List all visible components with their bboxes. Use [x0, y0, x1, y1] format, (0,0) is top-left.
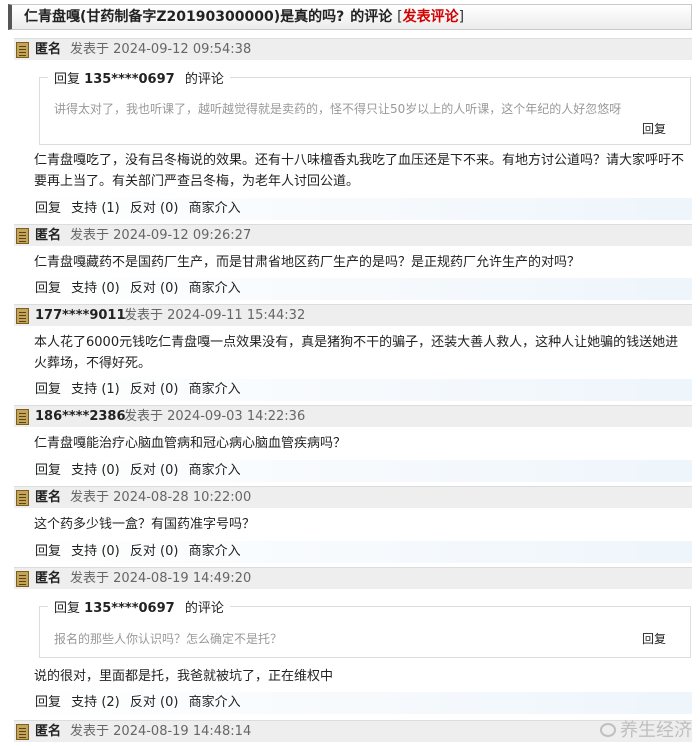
comment-text: 说的很对，里面都是托，我爸就被坑了，正在维权中	[34, 669, 334, 684]
posted-label: 发表于	[70, 490, 110, 505]
support-button[interactable]: 支持 (1)	[71, 201, 120, 216]
comment-text: 本人花了6000元钱吃仁青盘嘎一点效果没有，真是猪狗不干的骗子，还装大善人救人，…	[34, 335, 679, 371]
oppose-button[interactable]: 反对 (0)	[130, 544, 179, 559]
oppose-button[interactable]: 反对 (0)	[130, 382, 179, 397]
comment-author: 匿名	[35, 571, 62, 586]
reply-button[interactable]: 回复	[35, 281, 61, 296]
merchant-button[interactable]: 商家介入	[189, 281, 241, 296]
quote-prefix: 回复	[54, 72, 81, 87]
quote-text: 报名的那些人你认识吗？怎么确定不是托？	[54, 632, 283, 646]
reply-button[interactable]: 回复	[35, 382, 61, 397]
comment-time: 2024-09-12 09:26:27	[113, 228, 252, 243]
comment-header: 匿名 发表于 2024-08-19 14:49:20	[14, 567, 692, 589]
page-title-text: 仁青盘嘎(甘药制备字Z20190300000)是真的吗?	[24, 9, 345, 25]
reply-button[interactable]: 回复	[35, 201, 61, 216]
quote-prefix: 回复	[54, 601, 81, 616]
document-icon	[16, 308, 29, 324]
quoted-comment: 回复 135****0697 的评论 报名的那些人你认识吗？怎么确定不是托？ 回…	[39, 597, 691, 658]
support-button[interactable]: 支持 (1)	[71, 382, 120, 397]
oppose-button[interactable]: 反对 (0)	[130, 281, 179, 296]
quoted-comment: 回复 135****0697 的评论 讲得太对了，我也听课了，越听越觉得就是卖药…	[39, 68, 691, 145]
quote-number: 135****0697	[84, 72, 175, 87]
posted-label: 发表于	[70, 228, 110, 243]
reply-button[interactable]: 回复	[35, 463, 61, 478]
comment-time: 2024-09-03 14:22:36	[167, 409, 306, 424]
posted-label: 发表于	[124, 308, 164, 323]
merchant-button[interactable]: 商家介入	[189, 201, 241, 216]
comment-header: 匿名 发表于 2024-09-12 09:26:27	[14, 224, 692, 246]
comment-time: 2024-08-28 10:22:00	[113, 490, 252, 505]
comment-author: 186****2386	[35, 409, 126, 424]
comment-author: 177****9011	[35, 308, 126, 323]
quote-reply-link[interactable]: 回复	[642, 630, 666, 647]
comment-actions: 回复 支持 (0) 反对 (0) 商家介入	[14, 541, 692, 563]
support-button[interactable]: 支持 (0)	[71, 544, 120, 559]
support-button[interactable]: 支持 (0)	[71, 463, 120, 478]
bracket-close: ]	[458, 9, 465, 25]
comment-actions: 回复 支持 (2) 反对 (0) 商家介入	[14, 692, 692, 714]
document-icon	[16, 490, 29, 506]
posted-label: 发表于	[70, 42, 110, 57]
comment-actions: 回复 支持 (1) 反对 (0) 商家介入	[14, 198, 692, 220]
quote-reply-link[interactable]: 回复	[642, 120, 666, 137]
quote-header: 回复 135****0697 的评论	[48, 597, 230, 616]
comment-header: 匿名 发表于 2024-08-28 10:22:00	[14, 486, 692, 508]
document-icon	[16, 724, 29, 740]
watermark: 养生经济	[600, 716, 692, 742]
posted-label: 发表于	[70, 571, 110, 586]
reply-button[interactable]: 回复	[35, 544, 61, 559]
comment-time: 2024-08-19 14:49:20	[113, 571, 252, 586]
comment-text: 这个药多少钱一盒？有国药准字号吗？	[34, 517, 256, 532]
comment-actions: 回复 支持 (1) 反对 (0) 商家介入	[14, 379, 692, 401]
comment-author: 匿名	[35, 724, 62, 739]
quote-number: 135****0697	[84, 601, 175, 616]
comment-time: 2024-08-19 14:48:14	[113, 724, 252, 739]
comment-author: 匿名	[35, 490, 62, 505]
comment-author: 匿名	[35, 228, 62, 243]
quote-suffix: 的评论	[184, 72, 224, 87]
comment-text: 仁青盘嘎能治疗心脑血管病和冠心病心脑血管疾病吗？	[34, 436, 347, 451]
quote-text: 讲得太对了，我也听课了，越听越觉得就是卖药的，怪不得只让50岁以上的人听课，这个…	[54, 102, 622, 116]
post-comment-link[interactable]: 发表评论	[403, 9, 459, 25]
merchant-button[interactable]: 商家介入	[189, 463, 241, 478]
quote-header: 回复 135****0697 的评论	[48, 68, 230, 87]
comment-time: 2024-09-11 15:44:32	[167, 308, 306, 323]
oppose-button[interactable]: 反对 (0)	[130, 201, 179, 216]
comment-header: 177****9011 发表于 2024-09-11 15:44:32	[14, 304, 692, 326]
document-icon	[16, 228, 29, 244]
document-icon	[16, 571, 29, 587]
comment-time: 2024-09-12 09:54:38	[113, 42, 252, 57]
comment-actions: 回复 支持 (0) 反对 (0) 商家介入	[14, 460, 692, 482]
oppose-button[interactable]: 反对 (0)	[130, 463, 179, 478]
comment-header: 匿名 发表于 2024-08-19 14:48:14	[14, 720, 692, 742]
quote-suffix: 的评论	[184, 601, 224, 616]
page-title: 仁青盘嘎(甘药制备字Z20190300000)是真的吗? 的评论 [发表评论]	[8, 4, 692, 30]
support-button[interactable]: 支持 (0)	[71, 281, 120, 296]
reply-button[interactable]: 回复	[35, 695, 61, 710]
merchant-button[interactable]: 商家介入	[189, 544, 241, 559]
posted-label: 发表于	[124, 409, 164, 424]
document-icon	[16, 42, 29, 58]
watermark-text: 养生经济	[620, 720, 692, 741]
merchant-button[interactable]: 商家介入	[189, 695, 241, 710]
comment-actions: 回复 支持 (0) 反对 (0) 商家介入	[14, 278, 692, 300]
merchant-button[interactable]: 商家介入	[189, 382, 241, 397]
comment-text: 仁青盘嘎藏药不是国药厂生产，而是甘肃省地区药厂生产的是吗？是正规药厂允许生产的对…	[34, 255, 581, 270]
weibo-icon	[600, 723, 616, 737]
document-icon	[16, 409, 29, 425]
comment-author: 匿名	[35, 42, 62, 57]
comment-text: 仁青盘嘎吃了，没有吕冬梅说的效果。还有十八味檀香丸我吃了血压还是下不来。有地方讨…	[34, 153, 685, 189]
comment-header: 186****2386 发表于 2024-09-03 14:22:36	[14, 405, 692, 427]
posted-label: 发表于	[70, 724, 110, 739]
oppose-button[interactable]: 反对 (0)	[130, 695, 179, 710]
support-button[interactable]: 支持 (2)	[71, 695, 120, 710]
page-title-suffix: 的评论	[350, 9, 393, 25]
comment-header: 匿名 发表于 2024-09-12 09:54:38	[14, 38, 692, 60]
